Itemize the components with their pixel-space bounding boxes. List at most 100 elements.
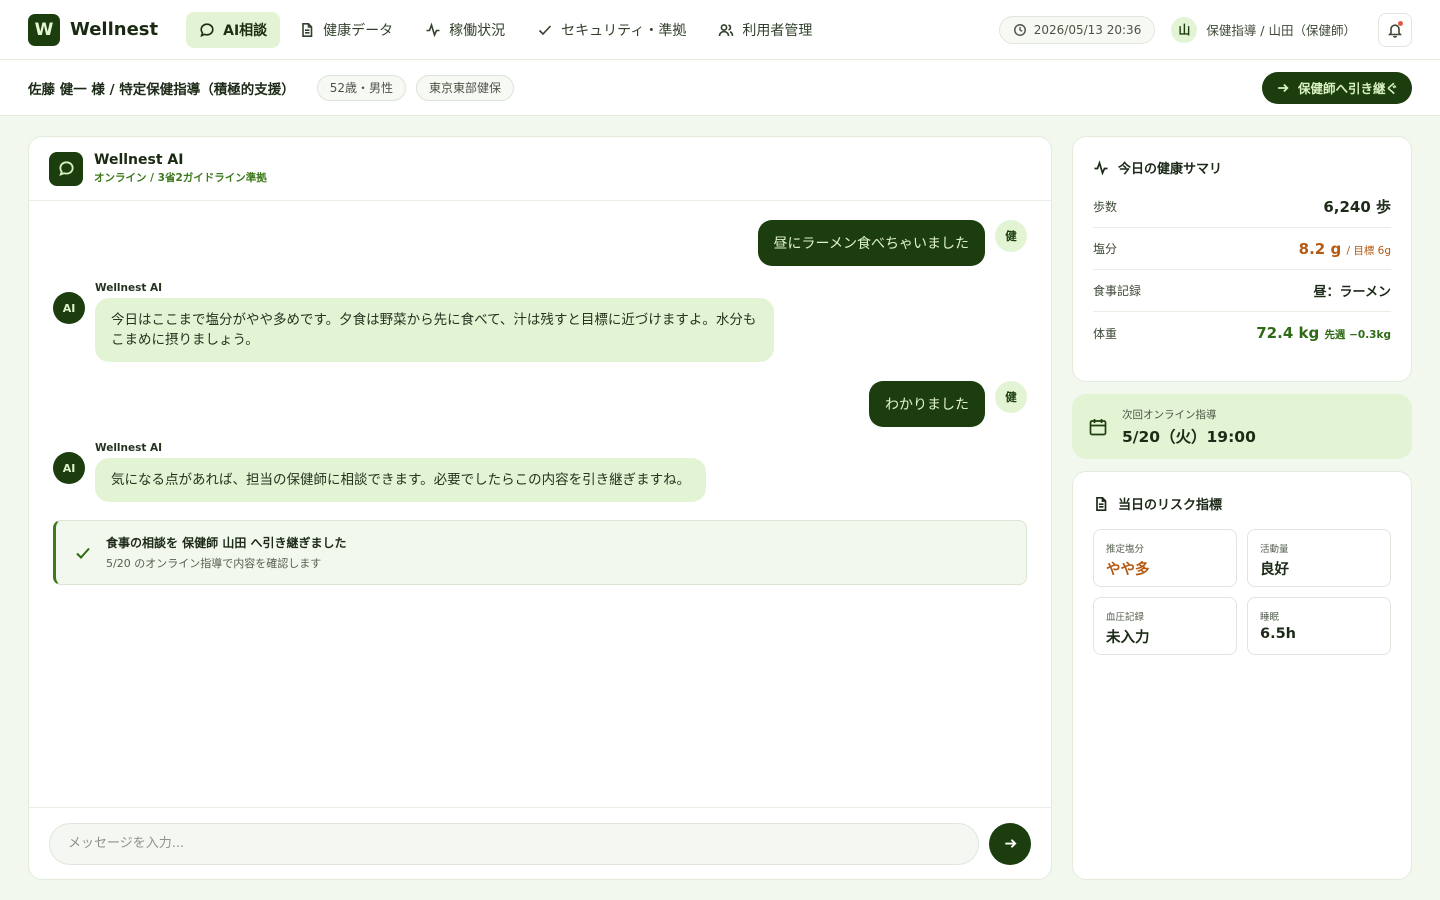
top-navigation-bar: W Wellnest AI相談 健康データ 稼働状況 セキュリティ・準拠 利用者…: [0, 0, 1440, 60]
user-message: 昼にラーメン食べちゃいました 健: [757, 220, 1027, 266]
risk-grid: 推定塩分 やや多 活動量 良好 血圧記録 未入力 睡眠 6.5h: [1093, 529, 1391, 655]
nav-user-management[interactable]: 利用者管理: [705, 12, 825, 48]
risk-value: 未入力: [1106, 630, 1150, 646]
user-menu[interactable]: 山 保健指導 / 山田（保健師）: [1171, 16, 1356, 43]
summary-note: 先週 −0.3kg: [1324, 329, 1391, 341]
activity-icon: [426, 21, 440, 37]
summary-label: 塩分: [1093, 242, 1118, 256]
ai-avatar: AI: [53, 452, 85, 484]
logo-mark: W: [28, 13, 60, 46]
health-summary-card: 今日の健康サマリ 歩数 6,240 歩 塩分 8.2 g / 目標 6g 食事記…: [1072, 136, 1412, 382]
ai-message-body: Wellnest AI 今日はここまで塩分がやや多めです。夕食は野菜から先に食べ…: [95, 282, 774, 362]
next-session-value: 5/20（火）19:00: [1122, 427, 1256, 446]
handover-notice: 食事の相談を 保健師 山田 へ引き継ぎました 5/20 のオンライン指導で内容を…: [53, 520, 1027, 585]
nav-ai-consult[interactable]: AI相談: [186, 11, 281, 48]
risk-title-text: 当日のリスク指標: [1118, 498, 1223, 513]
nav-label: 健康データ: [323, 22, 394, 39]
risk-item-salt: 推定塩分 やや多: [1093, 529, 1237, 587]
document-icon: [302, 22, 313, 37]
risk-title: 当日のリスク指標: [1093, 494, 1391, 513]
user-avatar: 健: [995, 381, 1027, 413]
summary-label: 食事記録: [1093, 284, 1142, 298]
patient-tag-age: 52歳・男性: [316, 74, 407, 101]
datetime-text: 2026/05/13 20:36: [1033, 22, 1142, 37]
users-icon: [719, 23, 734, 36]
ai-message-bubble: 今日はここまで塩分がやや多めです。夕食は野菜から先に食べて、汁は残すと目標に近づ…: [95, 298, 774, 362]
summary-row-salt: 塩分 8.2 g / 目標 6g: [1093, 228, 1391, 270]
ai-sender-name: Wellnest AI: [95, 442, 163, 454]
risk-label: 活動量: [1260, 544, 1289, 555]
risk-label: 推定塩分: [1106, 544, 1145, 555]
chat-panel: Wellnest AI オンライン / 3省2ガイドライン準拠 昼にラーメン食べ…: [28, 136, 1052, 880]
next-session-label: 次回オンライン指導: [1122, 408, 1217, 421]
calendar-icon: [1089, 418, 1107, 435]
patient-title: 佐藤 健一 様 / 特定保健指導（積極的支援）: [28, 81, 295, 98]
summary-row-steps: 歩数 6,240 歩: [1093, 186, 1391, 228]
arrow-right-icon: [1278, 83, 1289, 92]
bot-name: Wellnest AI: [94, 152, 184, 168]
patient-header: 佐藤 健一 様 / 特定保健指導（積極的支援） 52歳・男性 東京東部健保 保健…: [0, 60, 1440, 116]
summary-title: 今日の健康サマリ: [1093, 157, 1391, 178]
ai-message-body: Wellnest AI 気になる点があれば、担当の保健師に相談できます。必要でし…: [95, 442, 707, 502]
send-button[interactable]: [989, 822, 1031, 865]
nav-label: 稼働状況: [449, 22, 506, 39]
user-avatar: 健: [995, 220, 1027, 252]
chat-icon: [58, 161, 74, 176]
activity-icon: [1094, 159, 1108, 175]
nav-label: セキュリティ・準拠: [561, 22, 687, 39]
notifications-button[interactable]: [1378, 12, 1412, 47]
app-logo[interactable]: W Wellnest: [28, 13, 159, 46]
risk-item-blood-pressure: 血圧記録 未入力: [1093, 597, 1237, 655]
risk-label: 睡眠: [1260, 612, 1280, 623]
summary-value-group: 72.4 kg 先週 −0.3kg: [1256, 324, 1391, 342]
header-right: 2026/05/13 20:36 山 保健指導 / 山田（保健師）: [998, 12, 1412, 47]
user-avatar: 山: [1171, 16, 1198, 43]
summary-row-meal: 食事記録 昼：ラーメン: [1093, 270, 1391, 312]
risk-item-activity: 活動量 良好: [1247, 529, 1391, 587]
summary-row-weight: 体重 72.4 kg 先週 −0.3kg: [1093, 312, 1391, 354]
next-session-card: 次回オンライン指導 5/20（火）19:00: [1072, 394, 1412, 459]
user-label: 保健指導 / 山田（保健師）: [1206, 23, 1356, 38]
summary-value: 6,240 歩: [1323, 198, 1391, 216]
nav-security-compliance[interactable]: セキュリティ・準拠: [524, 12, 699, 48]
clock-icon: [1013, 23, 1026, 36]
nav-label: 利用者管理: [742, 22, 813, 39]
ai-message: AI Wellnest AI 今日はここまで塩分がやや多めです。夕食は野菜から先…: [53, 282, 774, 362]
summary-value: 昼：ラーメン: [1313, 285, 1391, 300]
current-datetime: 2026/05/13 20:36: [998, 15, 1156, 44]
message-input[interactable]: [49, 822, 979, 865]
handover-button[interactable]: 保健師へ引き継ぐ: [1261, 71, 1412, 104]
ai-avatar: AI: [53, 292, 85, 324]
check-icon: [539, 24, 552, 35]
bot-status: オンライン / 3省2ガイドライン準拠: [94, 172, 267, 184]
handover-label: 保健師へ引き継ぐ: [1297, 81, 1398, 96]
summary-title-text: 今日の健康サマリ: [1118, 162, 1223, 177]
bot-avatar: [49, 151, 83, 186]
summary-label: 体重: [1093, 326, 1118, 341]
notification-dot: [1398, 20, 1403, 26]
risk-indicators-card: 当日のリスク指標 推定塩分 やや多 活動量 良好 血圧記録 未入力 睡眠 6.5…: [1072, 471, 1412, 880]
nav-operation-status[interactable]: 稼働状況: [412, 12, 518, 48]
check-icon: [76, 547, 90, 559]
nav-health-data[interactable]: 健康データ: [286, 12, 406, 48]
notice-title: 食事の相談を 保健師 山田 へ引き継ぎました: [106, 536, 347, 550]
risk-item-sleep: 睡眠 6.5h: [1247, 597, 1391, 655]
user-message-bubble: わかりました: [869, 381, 985, 427]
bot-info: Wellnest AI オンライン / 3省2ガイドライン準拠: [94, 152, 267, 185]
risk-value: 良好: [1260, 562, 1289, 578]
risk-label: 血圧記録: [1106, 612, 1145, 623]
risk-value: 6.5h: [1260, 626, 1297, 642]
summary-value: 8.2 g: [1298, 239, 1342, 258]
summary-value-group: 8.2 g / 目標 6g: [1299, 240, 1391, 258]
app-name: Wellnest: [70, 19, 159, 40]
ai-message: AI Wellnest AI 気になる点があれば、担当の保健師に相談できます。必…: [53, 442, 707, 502]
chat-input-bar: [29, 807, 1051, 879]
summary-value: 72.4 kg: [1256, 324, 1320, 342]
user-message-bubble: 昼にラーメン食べちゃいました: [757, 220, 985, 266]
risk-value: やや多: [1106, 562, 1150, 578]
main-nav: AI相談 健康データ 稼働状況 セキュリティ・準拠 利用者管理: [186, 11, 825, 48]
arrow-right-icon: [1004, 839, 1017, 848]
next-session-info: 次回オンライン指導 5/20（火）19:00: [1122, 407, 1256, 447]
chat-icon: [200, 22, 214, 37]
summary-label: 歩数: [1093, 200, 1118, 214]
